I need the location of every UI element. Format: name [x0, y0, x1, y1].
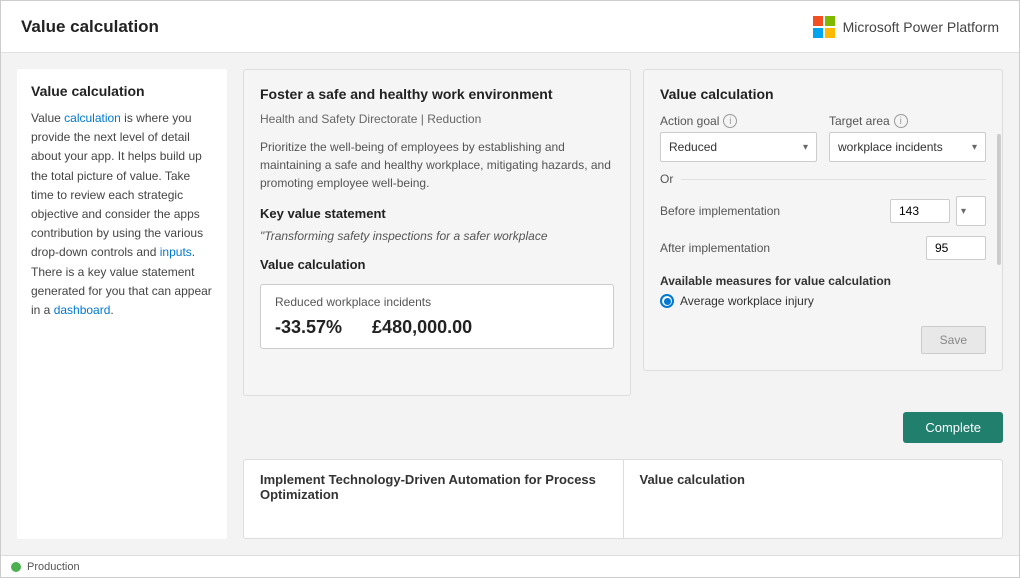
action-goal-select[interactable]: Reduced ▾ [660, 132, 817, 162]
before-impl-input[interactable] [890, 199, 950, 223]
percentage-value: -33.57% [275, 317, 342, 338]
bottom-left-title: Implement Technology-Driven Automation f… [260, 472, 607, 502]
value-calc-section-label: Value calculation [260, 257, 614, 272]
measures-section: Available measures for value calculation… [660, 274, 986, 308]
or-divider [681, 179, 986, 180]
calculation-link[interactable]: calculation [64, 111, 121, 125]
ms-logo: Microsoft Power Platform [813, 16, 999, 38]
measure-label: Average workplace injury [680, 294, 814, 308]
before-impl-dropdown[interactable]: ▾ [956, 196, 986, 226]
top-row: Foster a safe and healthy work environme… [243, 69, 1003, 396]
bottom-card-left: Implement Technology-Driven Automation f… [244, 460, 624, 538]
main-card-title: Foster a safe and healthy work environme… [260, 86, 614, 102]
measures-title: Available measures for value calculation [660, 274, 986, 288]
before-impl-input-wrap: ▾ [890, 196, 986, 226]
left-panel-text: Value calculation is where you provide t… [31, 109, 213, 320]
page-title: Value calculation [21, 17, 159, 37]
left-panel-title: Value calculation [31, 83, 213, 99]
target-area-info-icon[interactable]: i [894, 114, 908, 128]
main-card-subtitle: Health and Safety Directorate | Reductio… [260, 112, 614, 126]
target-area-label: Target area i [829, 114, 986, 128]
target-area-group: Target area i workplace incidents ▾ [829, 114, 986, 162]
after-impl-row: After implementation [660, 236, 986, 260]
action-goal-chevron-icon: ▾ [803, 142, 808, 153]
target-area-select[interactable]: workplace incidents ▾ [829, 132, 986, 162]
left-panel: Value calculation Value calculation is w… [17, 69, 227, 539]
measure-radio[interactable] [660, 294, 674, 308]
inputs-link[interactable]: inputs [160, 245, 192, 259]
value-box-label: Reduced workplace incidents [275, 295, 599, 309]
status-bar: Production [1, 555, 1019, 577]
before-impl-label: Before implementation [660, 204, 780, 218]
main-content: Value calculation Value calculation is w… [1, 53, 1019, 555]
ms-green-square [825, 16, 835, 26]
dashboard-link[interactable]: dashboard [54, 303, 111, 317]
save-button[interactable]: Save [921, 326, 986, 354]
value-calc-panel-title: Value calculation [660, 86, 986, 102]
after-impl-input-wrap [926, 236, 986, 260]
status-dot-icon [11, 562, 21, 572]
right-card-wrap: Value calculation Action goal i Reduced [643, 69, 1003, 396]
before-impl-chevron-icon: ▾ [961, 206, 966, 217]
key-value-text: "Transforming safety inspections for a s… [260, 229, 614, 243]
ms-brand-text: Microsoft Power Platform [843, 19, 999, 35]
action-target-row: Action goal i Reduced ▾ Target [660, 114, 986, 162]
scrollbar[interactable] [997, 134, 1001, 265]
action-goal-info-icon[interactable]: i [723, 114, 737, 128]
target-area-chevron-icon: ▾ [972, 142, 977, 153]
or-row: Or [660, 172, 986, 186]
main-card-desc: Prioritize the well-being of employees b… [260, 138, 614, 192]
key-value-label: Key value statement [260, 206, 614, 221]
amount-value: £480,000.00 [372, 317, 472, 338]
bottom-right-title: Value calculation [640, 472, 987, 487]
radio-dot-inner [664, 298, 671, 305]
main-card-left: Foster a safe and healthy work environme… [243, 69, 631, 396]
value-calc-panel: Value calculation Action goal i Reduced [643, 69, 1003, 371]
header: Value calculation Microsoft Power Platfo… [1, 1, 1019, 53]
ms-red-square [813, 16, 823, 26]
action-goal-label: Action goal i [660, 114, 817, 128]
bottom-card-right: Value calculation [624, 460, 1003, 538]
after-impl-input[interactable] [926, 236, 986, 260]
value-numbers: -33.57% £480,000.00 [275, 317, 599, 338]
action-goal-group: Action goal i Reduced ▾ [660, 114, 817, 162]
bottom-row: Implement Technology-Driven Automation f… [243, 459, 1003, 539]
status-text: Production [27, 561, 80, 573]
before-impl-row: Before implementation ▾ [660, 196, 986, 226]
value-calc-box: Reduced workplace incidents -33.57% £480… [260, 284, 614, 349]
ms-yellow-square [825, 28, 835, 38]
measure-item: Average workplace injury [660, 294, 986, 308]
center-area: Foster a safe and healthy work environme… [243, 69, 1003, 539]
ms-blue-square [813, 28, 823, 38]
complete-btn-area: Complete [243, 408, 1003, 447]
app-frame: Value calculation Microsoft Power Platfo… [0, 0, 1020, 578]
complete-button[interactable]: Complete [903, 412, 1003, 443]
ms-squares-icon [813, 16, 835, 38]
after-impl-label: After implementation [660, 241, 770, 255]
